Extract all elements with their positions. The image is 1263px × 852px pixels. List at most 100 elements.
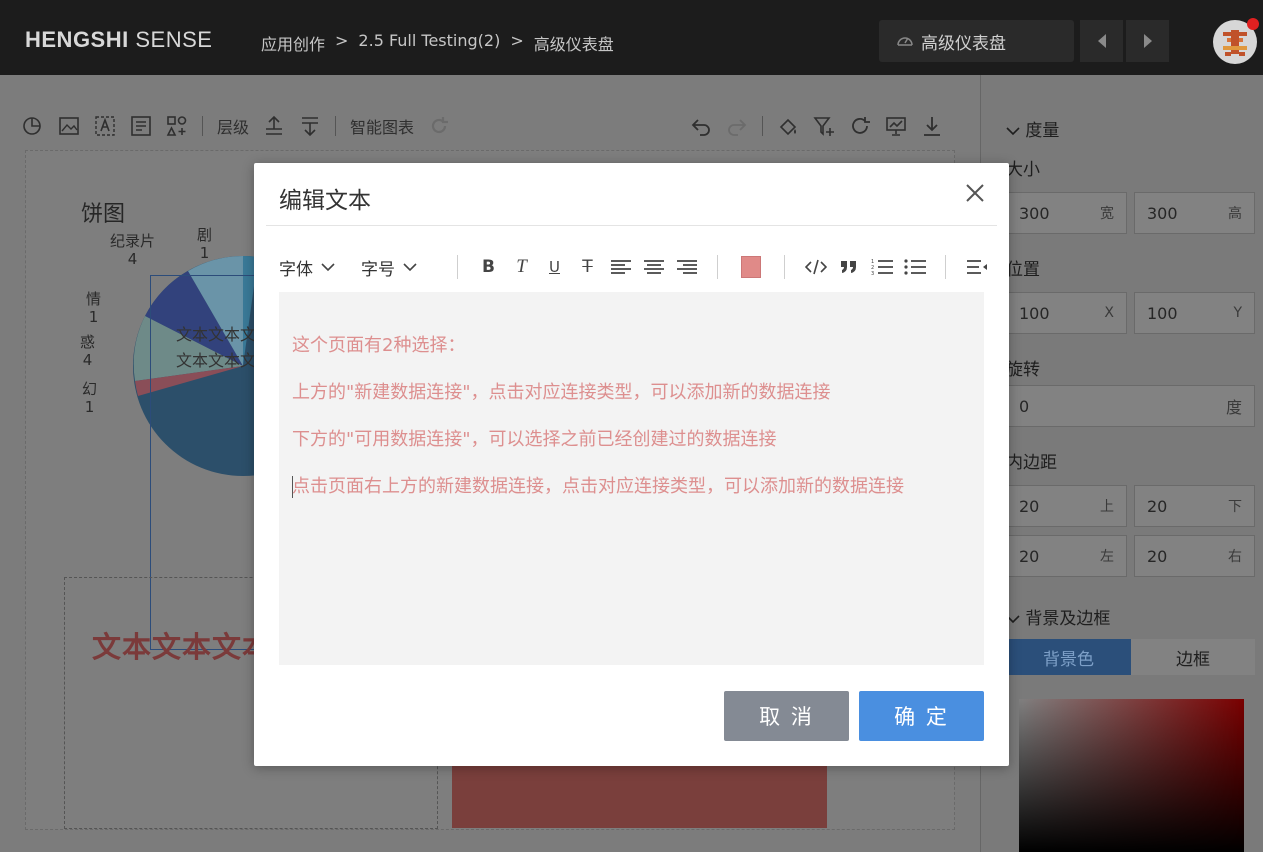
gauge-icon (897, 37, 913, 46)
undo-icon[interactable] (690, 115, 712, 137)
toolbar-divider (335, 116, 337, 136)
align-left-button[interactable] (604, 252, 637, 282)
breadcrumb-item-app-create[interactable]: 应用创作 (261, 31, 325, 55)
download-icon[interactable] (921, 115, 943, 137)
components-icon[interactable] (166, 115, 188, 137)
pie-label: 惑4 (80, 333, 96, 369)
big-text: 文本文本文本 (92, 630, 273, 664)
text-color-picker[interactable] (741, 256, 761, 278)
content-line-with-caret: 点击页面右上方的新建数据连接，点击对应连接类型，可以添加新的数据连接 (292, 476, 904, 498)
content-line: 这个页面有2种选择： (292, 335, 466, 356)
caret-right-icon (1143, 34, 1152, 48)
section-bg-border[interactable]: 背景及边框 (1006, 604, 1110, 629)
rich-text-icon[interactable] (130, 115, 152, 137)
dashboard-select[interactable]: 高级仪表盘 (879, 20, 1074, 62)
filter-add-icon[interactable] (813, 115, 835, 137)
chart-title: 饼图 (81, 202, 126, 227)
padding-right-input[interactable]: 20 右 (1134, 535, 1255, 577)
cancel-button[interactable]: 取 消 (724, 691, 849, 741)
indent-button[interactable] (960, 252, 993, 282)
font-family-dropdown[interactable]: 字体 (279, 255, 335, 280)
position-label: 位置 (1006, 260, 1040, 280)
image-icon[interactable] (58, 115, 80, 137)
top-bar: HENGSHI SENSE 应用创作 > 2.5 Full Testing(2)… (0, 0, 1263, 75)
align-right-button[interactable] (670, 252, 703, 282)
shape-component[interactable] (452, 766, 827, 828)
content-line: 下方的"可用数据连接"，可以选择之前已经创建过的数据连接 (292, 429, 777, 450)
indent-icon (966, 260, 987, 274)
edit-text-dialog: 编辑文本 字体 字号 B T U T 1 2 3 这个页面有2种选择： 上方的"… (254, 163, 1009, 766)
bring-forward-icon[interactable] (263, 115, 285, 137)
align-center-icon (643, 260, 664, 274)
breadcrumb: 应用创作 > 2.5 Full Testing(2) > 高级仪表盘 (261, 31, 614, 55)
toolbar-divider (457, 255, 458, 279)
size-label: 大小 (1006, 160, 1040, 180)
padding-top-input[interactable]: 20 上 (1006, 485, 1127, 527)
close-icon[interactable] (963, 181, 987, 205)
italic-button[interactable]: T (505, 252, 538, 282)
breadcrumb-separator: > (335, 31, 349, 50)
width-input[interactable]: 300 宽 (1006, 192, 1127, 234)
smart-chart-label[interactable]: 智能图表 (350, 114, 414, 138)
refresh-icon[interactable] (849, 115, 871, 137)
next-page-button[interactable] (1126, 20, 1169, 62)
add-chart-icon[interactable] (22, 115, 44, 137)
pie-label: 剧1 (197, 226, 213, 262)
confirm-button[interactable]: 确 定 (859, 691, 984, 741)
section-measure[interactable]: 度量 (1006, 116, 1059, 141)
padding-label: 内边距 (1006, 453, 1057, 473)
underline-button[interactable]: U (538, 252, 571, 282)
send-backward-icon[interactable] (299, 115, 321, 137)
layer-label: 层级 (217, 118, 250, 137)
text-editor-area[interactable]: 这个页面有2种选择： 上方的"新建数据连接"，点击对应连接类型，可以添加新的数据… (279, 292, 984, 665)
present-icon[interactable] (885, 115, 907, 137)
pie-label: 纪录片 4 (110, 232, 156, 268)
dashboard-select-label: 高级仪表盘 (921, 33, 1006, 54)
redo-icon[interactable] (726, 115, 748, 137)
strikethrough-icon: T (582, 257, 593, 277)
pos-y-input[interactable]: 100 Y (1134, 292, 1255, 334)
breadcrumb-item-dashboard: 高级仪表盘 (533, 35, 614, 54)
caret-left-icon (1097, 34, 1106, 48)
blockquote-button[interactable] (832, 252, 865, 282)
bold-button[interactable]: B (472, 252, 505, 282)
editor-toolbar-right (690, 108, 943, 144)
editor-toolbar: 层级 智能图表 (22, 108, 450, 144)
paint-bucket-icon[interactable] (777, 115, 799, 137)
quote-icon (840, 261, 856, 273)
toolbar-divider (202, 116, 203, 136)
rotation-input[interactable]: 0度 (1006, 385, 1255, 427)
tab-border[interactable]: 边框 (1131, 639, 1255, 675)
refresh-smart-icon[interactable] (428, 115, 450, 137)
toolbar-divider (717, 255, 718, 279)
strikethrough-button[interactable]: T (571, 252, 604, 282)
pie-label: 情1 (86, 290, 102, 326)
align-right-icon (676, 260, 697, 274)
align-left-icon (610, 260, 631, 274)
content-line: 上方的"新建数据连接"，点击对应连接类型，可以添加新的数据连接 (292, 382, 831, 403)
bullet-list-icon (903, 259, 926, 275)
breadcrumb-separator: > (510, 31, 524, 50)
chevron-down-icon (321, 262, 335, 271)
pos-x-input[interactable]: 100 X (1006, 292, 1127, 334)
tab-background-color[interactable]: 背景色 (1006, 639, 1131, 675)
font-size-dropdown[interactable]: 字号 (361, 255, 417, 280)
height-input[interactable]: 300 高 (1134, 192, 1255, 234)
dialog-title: 编辑文本 (279, 188, 371, 214)
breadcrumb-item-app[interactable]: 2.5 Full Testing(2) (358, 31, 500, 55)
color-picker[interactable] (1019, 699, 1244, 852)
svg-text:3: 3 (871, 271, 874, 276)
toolbar-divider (784, 255, 785, 279)
ordered-list-button[interactable]: 123 (865, 252, 898, 282)
padding-left-input[interactable]: 20 左 (1006, 535, 1127, 577)
toolbar-divider (762, 116, 763, 136)
bullet-list-button[interactable] (898, 252, 931, 282)
prev-page-button[interactable] (1080, 20, 1123, 62)
app-logo[interactable]: HENGSHI SENSE (25, 27, 212, 53)
code-button[interactable] (799, 252, 832, 282)
bold-icon: B (482, 257, 495, 277)
align-center-button[interactable] (637, 252, 670, 282)
padding-bottom-input[interactable]: 20 下 (1134, 485, 1255, 527)
text-box-icon[interactable] (94, 115, 116, 137)
pie-label: 幻1 (82, 380, 98, 416)
